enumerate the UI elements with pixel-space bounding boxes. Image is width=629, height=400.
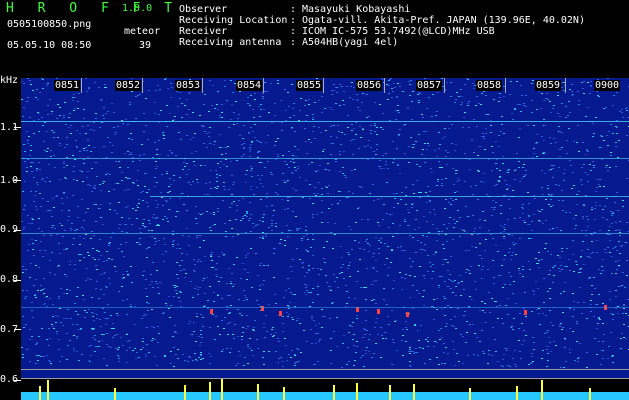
time-tick xyxy=(142,78,143,93)
y-label: 1.1 xyxy=(0,122,19,133)
info-value: A504HB(yagi 4el) xyxy=(302,37,399,48)
y-label: 0.9 xyxy=(0,224,19,235)
info-row-antenna: Receiving antenna: A504HB(yagi 4el) xyxy=(179,37,585,48)
time-label: 0853 xyxy=(175,80,202,91)
info-key: Receiver xyxy=(179,26,228,37)
meteor-echo xyxy=(524,310,527,315)
time-tick xyxy=(323,78,324,93)
strip-peak xyxy=(221,379,223,400)
strip-peak xyxy=(257,384,259,400)
strip-peak xyxy=(39,386,41,400)
carrier-line xyxy=(21,307,629,308)
info-value: ICOM IC-575 53.7492(@LCD)MHz USB xyxy=(302,26,495,37)
strip-peak xyxy=(389,385,391,400)
info-colon: : xyxy=(290,37,297,48)
meteor-echo xyxy=(210,309,213,314)
strip-peak xyxy=(589,388,591,400)
meteor-echo xyxy=(279,311,282,316)
info-value: Ogata-vill. Akita-Pref. JAPAN (139.96E, … xyxy=(302,15,585,26)
meteor-count: 39 xyxy=(139,40,152,51)
info-key: Receiving Location xyxy=(179,15,288,26)
info-colon: : xyxy=(290,15,297,26)
time-label: 0852 xyxy=(115,80,142,91)
strip-peak xyxy=(184,385,186,400)
carrier-line xyxy=(21,121,629,122)
time-label: 0858 xyxy=(476,80,503,91)
time-tick xyxy=(444,78,445,93)
spectrogram-noise xyxy=(21,78,629,368)
time-label: 0851 xyxy=(54,80,81,91)
y-label: 0.6 xyxy=(0,374,19,385)
y-axis-unit: kHz xyxy=(0,75,19,86)
time-label: 0900 xyxy=(594,80,621,91)
strip-baseline xyxy=(21,392,629,400)
carrier-line xyxy=(21,233,629,234)
carrier-line xyxy=(150,196,629,197)
strip-peak xyxy=(356,383,358,400)
time-tick xyxy=(263,78,264,93)
time-label: 0857 xyxy=(416,80,443,91)
info-value: Masayuki Kobayashi xyxy=(302,4,411,15)
separator-line xyxy=(21,378,629,379)
y-label: 0.7 xyxy=(0,324,19,335)
strip-peak xyxy=(413,384,415,400)
info-row-location: Receiving Location: Ogata-vill. Akita-Pre… xyxy=(179,15,585,26)
time-label: 0856 xyxy=(356,80,383,91)
y-label: 1.0 xyxy=(0,175,19,186)
time-tick xyxy=(565,78,566,93)
time-label: 0859 xyxy=(535,80,562,91)
info-key: Receiving antenna xyxy=(179,37,282,48)
carrier-line xyxy=(21,158,629,159)
strip-peak xyxy=(333,385,335,400)
signal-strength-strip xyxy=(21,379,629,400)
app-version: 1.0.0 xyxy=(122,3,153,14)
meteor-echo xyxy=(377,309,380,314)
meteor-echo xyxy=(406,312,409,317)
strip-peak xyxy=(283,387,285,400)
time-label: 0855 xyxy=(296,80,323,91)
info-row-observer: Observer: Masayuki Kobayashi xyxy=(179,4,585,15)
meteor-label: meteor xyxy=(124,26,161,37)
strip-peak xyxy=(47,380,49,400)
info-colon: : xyxy=(290,26,297,37)
file-name: 0505100850.png xyxy=(7,19,92,30)
info-key: Observer xyxy=(179,4,228,15)
station-info: Observer: Masayuki Kobayashi Receiving Lo… xyxy=(179,4,585,48)
strip-peak xyxy=(209,382,211,400)
info-row-receiver: Receiver: ICOM IC-575 53.7492(@LCD)MHz US… xyxy=(179,26,585,37)
strip-peak xyxy=(541,380,543,400)
app-logo: H R O F F T xyxy=(6,1,181,16)
strip-peak xyxy=(469,388,471,400)
strip-peak xyxy=(516,386,518,400)
time-tick xyxy=(505,78,506,93)
capture-datetime: 05.05.10 08:50 xyxy=(7,40,92,51)
time-tick xyxy=(202,78,203,93)
separator-line xyxy=(21,369,629,370)
info-colon: : xyxy=(290,4,297,15)
strip-peak xyxy=(114,388,116,400)
spectrogram xyxy=(21,78,629,400)
signal-strength-graph xyxy=(21,379,629,400)
time-tick xyxy=(81,78,82,93)
time-label: 0854 xyxy=(236,80,263,91)
time-tick xyxy=(384,78,385,93)
y-label: 0.8 xyxy=(0,274,19,285)
